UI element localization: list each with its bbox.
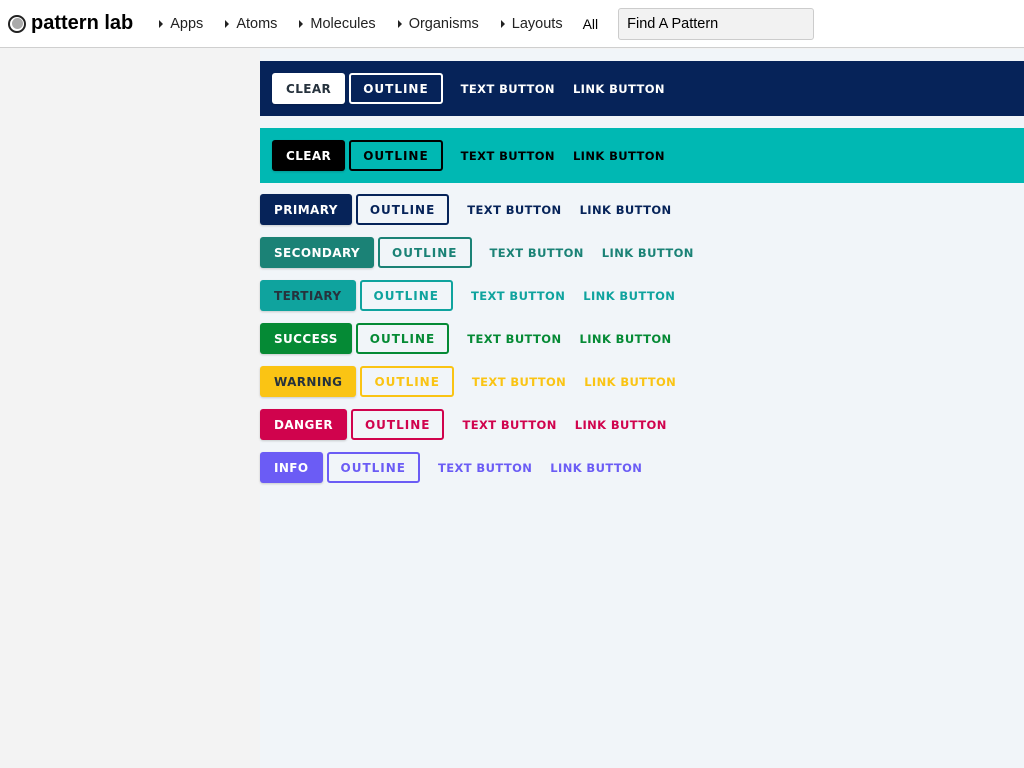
- tertiary-button[interactable]: TERTIARY: [260, 280, 356, 311]
- nav-item-organisms[interactable]: Organisms: [397, 15, 479, 32]
- link-button[interactable]: LINK BUTTON: [575, 409, 667, 440]
- info-button[interactable]: INFO: [260, 452, 323, 483]
- nav-item-molecules[interactable]: Molecules: [299, 15, 376, 32]
- button-row-warning: WARNING OUTLINE TEXT BUTTON LINK BUTTON: [260, 366, 676, 397]
- text-button[interactable]: TEXT BUTTON: [438, 452, 532, 483]
- clear-button[interactable]: CLEAR: [272, 140, 346, 171]
- button-row-tertiary: TERTIARY OUTLINE TEXT BUTTON LINK BUTTON: [260, 280, 675, 311]
- success-button[interactable]: SUCCESS: [260, 323, 352, 354]
- button-row-secondary: SECONDARY OUTLINE TEXT BUTTON LINK BUTTON: [260, 237, 694, 268]
- caret-right-icon: [159, 19, 164, 28]
- outline-button[interactable]: OUTLINE: [349, 73, 443, 104]
- text-button[interactable]: TEXT BUTTON: [471, 280, 565, 311]
- danger-button[interactable]: DANGER: [260, 409, 347, 440]
- link-button[interactable]: LINK BUTTON: [573, 140, 665, 171]
- nav-label: Layouts: [511, 15, 563, 32]
- nav-item-layouts[interactable]: Layouts: [500, 15, 563, 32]
- nav-label: Organisms: [408, 15, 479, 32]
- button-row-primary: PRIMARY OUTLINE TEXT BUTTON LINK BUTTON: [260, 194, 672, 225]
- link-button[interactable]: LINK BUTTON: [580, 194, 672, 225]
- logo-circle-icon: [8, 14, 26, 33]
- outline-button[interactable]: OUTLINE: [359, 280, 453, 311]
- link-button[interactable]: LINK BUTTON: [602, 237, 694, 268]
- outline-button[interactable]: OUTLINE: [355, 323, 450, 354]
- button-row-success: SUCCESS OUTLINE TEXT BUTTON LINK BUTTON: [260, 323, 672, 354]
- caret-right-icon: [225, 19, 230, 28]
- teal-band: CLEAR OUTLINE TEXT BUTTON LINK BUTTON: [260, 128, 1024, 183]
- text-button[interactable]: TEXT BUTTON: [461, 140, 555, 171]
- nav-label: Apps: [170, 15, 204, 32]
- secondary-button[interactable]: SECONDARY: [260, 237, 375, 268]
- nav-label: Atoms: [236, 15, 278, 32]
- link-button[interactable]: LINK BUTTON: [550, 452, 642, 483]
- text-button[interactable]: TEXT BUTTON: [462, 409, 556, 440]
- link-button[interactable]: LINK BUTTON: [580, 323, 672, 354]
- pattern-canvas: CLEAR OUTLINE TEXT BUTTON LINK BUTTON CL…: [260, 49, 1024, 768]
- logo-text: pattern lab: [31, 12, 134, 34]
- text-button[interactable]: TEXT BUTTON: [467, 194, 561, 225]
- pattern-lab-logo[interactable]: pattern lab: [8, 12, 133, 35]
- outline-button[interactable]: OUTLINE: [360, 366, 454, 397]
- link-button[interactable]: LINK BUTTON: [584, 366, 676, 397]
- nav-item-atoms[interactable]: Atoms: [225, 16, 277, 32]
- nav-item-apps[interactable]: Apps: [159, 16, 203, 32]
- button-row-info: INFO OUTLINE TEXT BUTTON LINK BUTTON: [260, 452, 642, 483]
- outline-button[interactable]: OUTLINE: [349, 140, 443, 171]
- find-pattern-search-input[interactable]: [618, 7, 815, 40]
- main-nav: Apps Atoms Molecules Organisms Layouts A…: [159, 7, 815, 40]
- text-button[interactable]: TEXT BUTTON: [461, 73, 555, 104]
- clear-button[interactable]: CLEAR: [272, 73, 346, 104]
- text-button[interactable]: TEXT BUTTON: [472, 366, 566, 397]
- button-row-danger: DANGER OUTLINE TEXT BUTTON LINK BUTTON: [260, 409, 667, 440]
- link-button[interactable]: LINK BUTTON: [573, 73, 665, 104]
- caret-right-icon: [500, 19, 505, 28]
- nav-item-all[interactable]: All: [583, 16, 599, 32]
- navy-band: CLEAR OUTLINE TEXT BUTTON LINK BUTTON: [260, 61, 1024, 116]
- outline-button[interactable]: OUTLINE: [350, 409, 445, 440]
- text-button[interactable]: TEXT BUTTON: [490, 237, 584, 268]
- text-button[interactable]: TEXT BUTTON: [467, 323, 561, 354]
- caret-right-icon: [397, 19, 402, 28]
- top-header: pattern lab Apps Atoms Molecules Organis…: [0, 0, 1024, 48]
- link-button[interactable]: LINK BUTTON: [583, 280, 675, 311]
- caret-right-icon: [299, 19, 304, 28]
- outline-button[interactable]: OUTLINE: [355, 194, 450, 225]
- warning-button[interactable]: WARNING: [260, 366, 357, 397]
- outline-button[interactable]: OUTLINE: [326, 452, 420, 483]
- nav-label: Molecules: [310, 15, 376, 32]
- outline-button[interactable]: OUTLINE: [378, 237, 472, 268]
- primary-button[interactable]: PRIMARY: [260, 194, 352, 225]
